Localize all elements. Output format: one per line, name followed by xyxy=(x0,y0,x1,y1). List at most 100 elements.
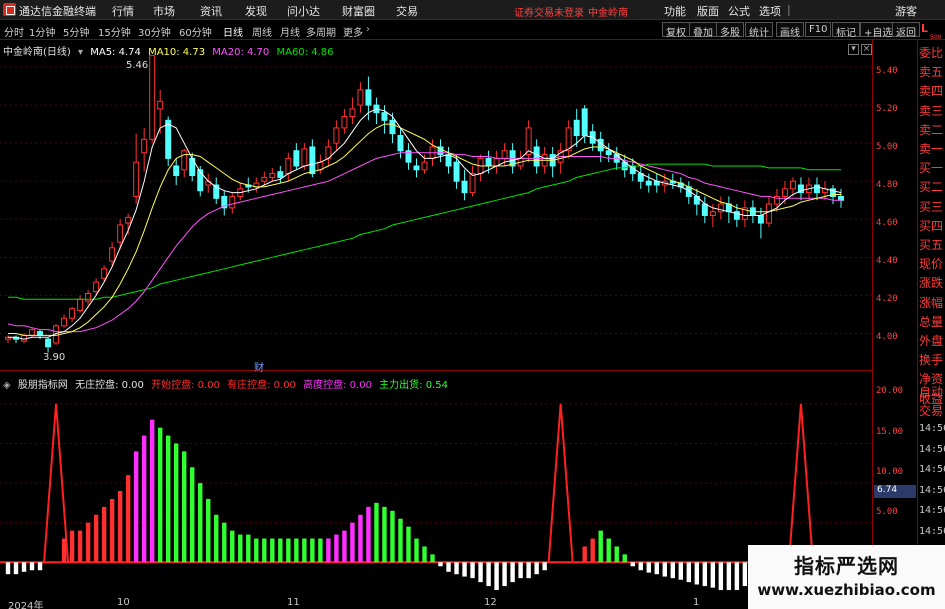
candle[interactable] xyxy=(605,143,612,163)
stats-button[interactable]: 统计 xyxy=(745,22,773,39)
candle[interactable] xyxy=(333,120,340,151)
side-panel-label[interactable]: 涨幅 xyxy=(919,294,945,313)
candle[interactable] xyxy=(269,167,276,182)
candle[interactable] xyxy=(397,127,404,159)
side-panel-label[interactable]: 卖四 xyxy=(919,82,945,101)
side-panel-label[interactable]: 现价 xyxy=(919,255,945,274)
candle[interactable] xyxy=(189,152,196,182)
candle[interactable] xyxy=(469,165,476,197)
tab-more[interactable]: 更多 xyxy=(343,24,363,39)
candle[interactable] xyxy=(261,171,268,186)
candle[interactable] xyxy=(173,158,180,186)
candle[interactable] xyxy=(677,177,684,193)
menu-discover[interactable]: 发现 xyxy=(245,3,267,19)
tab-multi-period[interactable]: 多周期 xyxy=(306,24,336,39)
candle[interactable] xyxy=(149,55,156,144)
back-button[interactable]: 返回 xyxy=(892,22,920,39)
side-panel-label[interactable]: 换手 xyxy=(919,351,945,370)
side-panel-label[interactable]: 买二 xyxy=(919,178,945,197)
tab-daily[interactable]: 日线 xyxy=(223,24,243,39)
side-panel-label[interactable]: 买五 xyxy=(919,236,945,255)
candle[interactable] xyxy=(685,181,692,205)
candle[interactable] xyxy=(693,188,700,216)
tab-intraday[interactable]: 分时 xyxy=(4,24,24,39)
guest-label[interactable]: 游客 xyxy=(895,3,917,19)
menu-formula[interactable]: 公式 xyxy=(728,3,750,19)
candle[interactable] xyxy=(45,337,52,353)
mark-button[interactable]: 标记 xyxy=(832,22,860,39)
candlestick-chart[interactable] xyxy=(0,40,872,370)
multi-stock-button[interactable]: 多股 xyxy=(716,22,744,39)
candle[interactable] xyxy=(85,289,92,305)
menu-quotes[interactable]: 行情 xyxy=(112,3,134,19)
draw-button[interactable]: 画线 xyxy=(776,22,804,39)
fuquan-button[interactable]: 复权 xyxy=(662,22,690,39)
side-panel-label[interactable]: 买三 xyxy=(919,198,945,217)
candle[interactable] xyxy=(445,146,452,174)
candle[interactable] xyxy=(533,139,540,174)
candle[interactable] xyxy=(477,154,484,182)
menu-layout[interactable]: 版面 xyxy=(697,3,719,19)
candle[interactable] xyxy=(373,97,380,125)
side-panel-label[interactable]: 外盘 xyxy=(919,332,945,351)
candle[interactable] xyxy=(797,177,804,201)
menu-wealth[interactable]: 财富圈 xyxy=(342,3,375,19)
tab-60min[interactable]: 60分钟 xyxy=(179,24,212,39)
side-panel-label[interactable]: 买一 xyxy=(919,159,945,178)
candle[interactable] xyxy=(69,306,76,323)
candle[interactable] xyxy=(181,148,188,178)
candle[interactable] xyxy=(413,158,420,178)
candle[interactable] xyxy=(205,173,212,193)
tab-5min[interactable]: 5分钟 xyxy=(63,24,89,39)
add-watchlist-button[interactable]: +自选 xyxy=(860,22,897,39)
side-panel-label[interactable]: 卖一 xyxy=(919,140,945,159)
candle[interactable] xyxy=(213,177,220,205)
chart-close-icon[interactable]: × xyxy=(861,44,872,55)
candle[interactable] xyxy=(637,165,644,189)
side-panel-label[interactable]: 委比 xyxy=(919,44,945,63)
candle[interactable] xyxy=(349,97,356,125)
candle[interactable] xyxy=(77,295,84,313)
menu-function[interactable]: 功能 xyxy=(664,3,686,19)
candle[interactable] xyxy=(357,82,364,113)
tab-15min[interactable]: 15分钟 xyxy=(98,24,131,39)
side-panel-label[interactable]: 卖三 xyxy=(919,102,945,121)
side-panel-label[interactable]: 涨跌 xyxy=(919,274,945,293)
candle[interactable] xyxy=(61,314,68,328)
candle[interactable] xyxy=(293,143,300,170)
candle[interactable] xyxy=(565,120,572,159)
side-panel-label[interactable]: 总量 xyxy=(919,313,945,332)
candle[interactable] xyxy=(437,139,444,163)
tab-weekly[interactable]: 周线 xyxy=(252,24,272,39)
candle[interactable] xyxy=(525,120,532,163)
candle[interactable] xyxy=(549,146,556,178)
candle[interactable] xyxy=(757,207,764,239)
candle[interactable] xyxy=(653,173,660,193)
menu-market[interactable]: 市场 xyxy=(153,3,175,19)
tab-30min[interactable]: 30分钟 xyxy=(138,24,171,39)
indicator-chart[interactable] xyxy=(0,372,872,598)
menu-ask[interactable]: 问小达 xyxy=(287,3,320,19)
trade-panel-label[interactable]: 自动 xyxy=(919,383,945,402)
menu-options[interactable]: 选项 xyxy=(759,3,781,19)
candle[interactable] xyxy=(285,152,292,182)
candle[interactable] xyxy=(5,335,11,343)
overlay-button[interactable]: 叠加 xyxy=(689,22,717,39)
candle[interactable] xyxy=(621,154,628,178)
tab-monthly[interactable]: 月线 xyxy=(280,24,300,39)
candle[interactable] xyxy=(821,181,828,201)
candle[interactable] xyxy=(405,143,412,170)
more-chevron-icon[interactable]: › xyxy=(366,24,370,35)
tab-1min[interactable]: 1分钟 xyxy=(29,24,55,39)
side-panel-label[interactable]: 买四 xyxy=(919,217,945,236)
candle[interactable] xyxy=(461,169,468,201)
candle[interactable] xyxy=(381,105,388,134)
candle[interactable] xyxy=(197,165,204,197)
login-notice[interactable]: 证券交易未登录 xyxy=(514,4,584,19)
candle[interactable] xyxy=(13,335,19,343)
f10-button[interactable]: F10 xyxy=(805,22,832,37)
side-panel-label[interactable]: 卖五 xyxy=(919,63,945,82)
candle[interactable] xyxy=(341,108,348,134)
candle[interactable] xyxy=(253,177,260,193)
candle[interactable] xyxy=(493,150,500,174)
